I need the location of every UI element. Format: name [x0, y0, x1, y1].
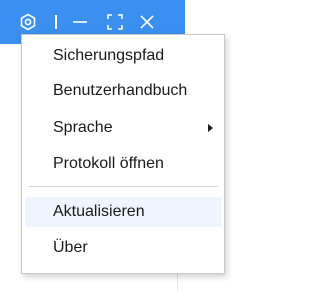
- maximize-button[interactable]: [105, 12, 125, 32]
- menu-item-about[interactable]: Über: [25, 233, 221, 263]
- menu-item-update[interactable]: Aktualisieren: [25, 197, 221, 227]
- menu-item-label: Über: [53, 239, 88, 256]
- menu-item-label: Benutzerhandbuch: [53, 82, 188, 99]
- menu-item-label: Aktualisieren: [53, 203, 145, 220]
- menu-item-backup-path[interactable]: Sicherungspfad: [25, 41, 221, 71]
- gear-icon: [20, 13, 36, 31]
- submenu-arrow-icon: [208, 124, 213, 132]
- settings-button[interactable]: [18, 12, 38, 32]
- menu-item-language[interactable]: Sprache: [25, 113, 221, 143]
- settings-dropdown-menu: Sicherungspfad Benutzerhandbuch Sprache …: [21, 34, 225, 274]
- menu-item-label: Protokoll öffnen: [53, 155, 164, 172]
- menu-item-label: Sprache: [53, 119, 113, 136]
- close-button[interactable]: [137, 12, 157, 32]
- menu-separator: [28, 186, 218, 187]
- close-icon: [140, 15, 154, 29]
- titlebar-separator: [55, 15, 57, 29]
- maximize-icon: [107, 14, 123, 30]
- minimize-icon: [73, 21, 87, 23]
- menu-item-user-manual[interactable]: Benutzerhandbuch: [25, 76, 221, 106]
- menu-item-open-log[interactable]: Protokoll öffnen: [25, 149, 221, 179]
- menu-item-label: Sicherungspfad: [53, 47, 165, 64]
- minimize-button[interactable]: [70, 12, 90, 32]
